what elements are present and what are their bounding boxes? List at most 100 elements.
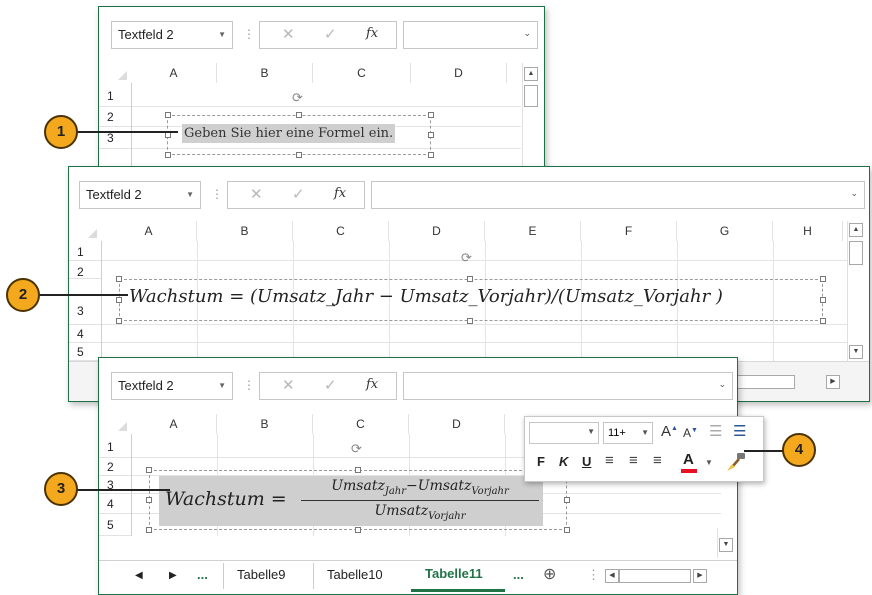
column-header-a[interactable]: A [131, 63, 217, 83]
italic-button[interactable]: K [559, 454, 568, 469]
column-header-c[interactable]: C [313, 63, 411, 83]
tab-more-right[interactable]: ... [513, 567, 524, 582]
resize-handle[interactable] [428, 112, 434, 118]
bold-button[interactable]: F [537, 454, 545, 469]
underline-button[interactable]: U [582, 454, 591, 469]
column-header-c[interactable]: C [293, 221, 389, 241]
column-header-h[interactable]: H [773, 221, 843, 241]
row-header-1[interactable]: 1 [99, 85, 131, 107]
align-right-icon[interactable]: ≡ [653, 452, 662, 469]
row-header-1[interactable]: 1 [69, 243, 101, 261]
resize-handle[interactable] [165, 112, 171, 118]
tab-scroll-right-icon[interactable]: ▶ [169, 570, 177, 581]
row-header-3[interactable]: 3 [69, 279, 101, 325]
add-sheet-icon[interactable]: ⊕ [543, 564, 556, 584]
resize-handle[interactable] [564, 497, 570, 503]
column-header-c[interactable]: C [313, 414, 409, 434]
resize-handle[interactable] [820, 297, 826, 303]
formula-input[interactable]: ⌄ [371, 181, 865, 209]
resize-handle[interactable] [467, 318, 473, 324]
chevron-down-icon[interactable]: ▼ [218, 373, 226, 399]
cancel-icon[interactable]: ✕ [282, 376, 295, 394]
professional-equation[interactable]: Wachstum = UmsatzJahr−UmsatzVorjahr Umsa… [159, 476, 543, 526]
tab-tabelle10[interactable]: Tabelle10 [327, 567, 383, 582]
row-header-1[interactable]: 1 [99, 436, 131, 458]
rotate-handle-icon[interactable]: ⟳ [292, 90, 303, 106]
resize-handle[interactable] [428, 152, 434, 158]
resize-handle[interactable] [296, 112, 302, 118]
scroll-down-icon[interactable]: ▼ [849, 345, 863, 359]
vertical-scrollbar[interactable]: ▲ [522, 63, 539, 182]
column-header-d[interactable]: D [411, 63, 507, 83]
select-all-corner[interactable] [99, 63, 131, 83]
resize-handle[interactable] [116, 297, 122, 303]
tab-tabelle9[interactable]: Tabelle9 [237, 567, 285, 582]
resize-handle[interactable] [428, 132, 434, 138]
chevron-down-icon[interactable]: ▼ [641, 423, 649, 443]
scroll-thumb[interactable] [849, 241, 863, 265]
resize-handle[interactable] [820, 318, 826, 324]
decrease-indent-icon[interactable]: ☰ [709, 422, 722, 440]
format-painter-icon[interactable] [723, 451, 751, 473]
grow-font-icon[interactable]: A▲ [661, 423, 678, 440]
vertical-scrollbar[interactable]: ▼ [717, 528, 734, 558]
resize-handle[interactable] [146, 527, 152, 533]
column-header-b[interactable]: B [197, 221, 293, 241]
column-header-d[interactable]: D [389, 221, 485, 241]
horizontal-scroll-thumb[interactable] [619, 569, 691, 583]
align-left-icon[interactable]: ≡ [605, 452, 614, 469]
select-all-corner[interactable] [69, 221, 101, 241]
resize-handle[interactable] [165, 152, 171, 158]
column-header-a[interactable]: A [101, 221, 197, 241]
resize-handle[interactable] [116, 318, 122, 324]
name-box[interactable]: Textfeld 2 ▼ [79, 181, 201, 209]
chevron-down-icon[interactable]: ▼ [218, 22, 226, 48]
scroll-up-icon[interactable]: ▲ [849, 223, 863, 237]
insert-function-icon[interactable]: fx [366, 377, 378, 392]
chevron-down-icon[interactable]: ▼ [587, 427, 595, 436]
tab-scroll-left-icon[interactable]: ◀ [135, 570, 143, 581]
row-header-4[interactable]: 4 [69, 325, 101, 343]
column-header-g[interactable]: G [677, 221, 773, 241]
resize-handle[interactable] [146, 467, 152, 473]
chevron-down-icon[interactable]: ▼ [186, 182, 194, 208]
chevron-down-icon[interactable]: ▼ [705, 458, 713, 467]
scroll-left-icon[interactable]: ◀ [605, 569, 619, 583]
enter-icon[interactable]: ✓ [324, 25, 337, 43]
tab-tabelle11-active[interactable]: Tabelle11 [411, 561, 505, 592]
enter-icon[interactable]: ✓ [324, 376, 337, 394]
insert-function-icon[interactable]: fx [366, 26, 378, 41]
drag-handle-icon[interactable]: ⋮ [211, 187, 223, 201]
enter-icon[interactable]: ✓ [292, 185, 305, 203]
scroll-thumb[interactable] [524, 85, 538, 107]
scroll-up-icon[interactable]: ▲ [524, 67, 538, 81]
font-color-button[interactable]: A [681, 451, 697, 473]
formula-placeholder[interactable]: Geben Sie hier eine Formel ein. [182, 124, 396, 143]
resize-handle[interactable] [355, 527, 361, 533]
select-all-corner[interactable] [99, 414, 131, 434]
column-header-f[interactable]: F [581, 221, 677, 241]
linear-equation[interactable]: Wachstum = (Umsatz_Jahr − Umsatz_Vorjahr… [129, 286, 723, 307]
vertical-scrollbar[interactable]: ▲ ▼ [847, 221, 864, 361]
resize-handle[interactable] [564, 527, 570, 533]
column-header-b[interactable]: B [217, 63, 313, 83]
insert-function-icon[interactable]: fx [334, 186, 346, 201]
resize-handle[interactable] [467, 276, 473, 282]
row-header-3[interactable]: 3 [99, 476, 131, 494]
name-box[interactable]: Textfeld 2 ▼ [111, 21, 233, 49]
shrink-font-icon[interactable]: A▼ [683, 426, 698, 440]
font-size-box[interactable]: 11+ ▼ [603, 422, 653, 444]
cancel-icon[interactable]: ✕ [282, 25, 295, 43]
font-name-box[interactable]: ▼ [529, 422, 599, 444]
resize-handle[interactable] [116, 276, 122, 282]
align-center-icon[interactable]: ≡ [629, 452, 638, 469]
drag-handle-icon[interactable]: ⋮ [243, 27, 255, 41]
column-header-d[interactable]: D [409, 414, 505, 434]
row-header-2[interactable]: 2 [69, 261, 101, 279]
formula-input[interactable]: ⌄ [403, 21, 538, 49]
cancel-icon[interactable]: ✕ [250, 185, 263, 203]
column-header-e[interactable]: E [485, 221, 581, 241]
increase-indent-icon[interactable]: ☰ [733, 422, 746, 440]
drag-handle-icon[interactable]: ⋮ [243, 378, 255, 392]
row-header-5[interactable]: 5 [99, 514, 131, 536]
